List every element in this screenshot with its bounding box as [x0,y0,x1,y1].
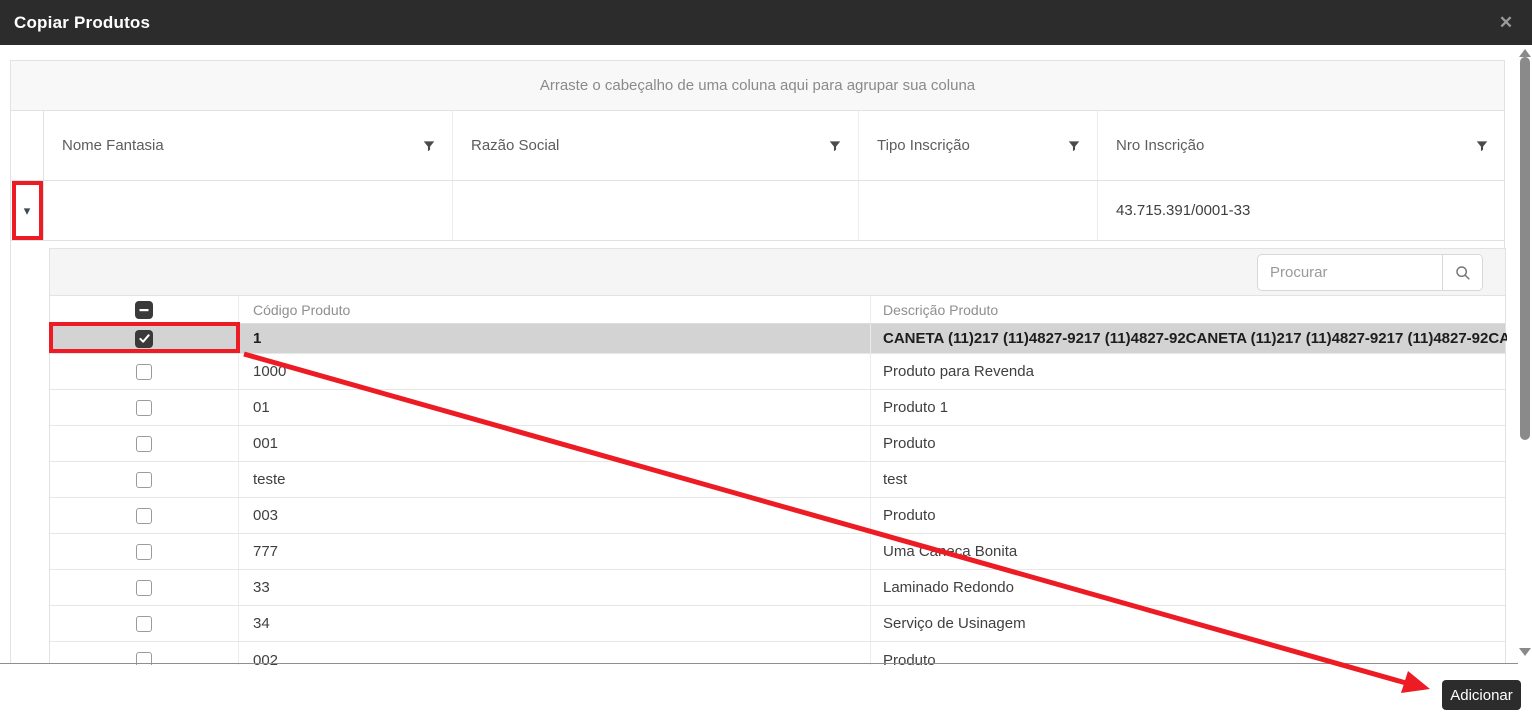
group-by-hint: Arraste o cabeçalho de uma coluna aqui p… [539,77,976,94]
descricao-produto-cell: Produto para Revenda [870,354,1507,389]
modal-titlebar: Copiar Produtos ✕ [0,0,1532,45]
annotation-arrow-head [1401,671,1430,693]
row-checkbox[interactable] [136,579,152,596]
codigo-produto-cell: 001 [238,426,870,461]
clipped-row-wrapper: 002 Produto [50,642,1505,665]
table-row[interactable]: teste test [50,462,1505,498]
descricao-produto-cell: Produto [870,498,1507,533]
row-checkbox[interactable] [136,471,152,488]
cell-razao-social [453,181,859,240]
content-clip-divider [0,663,1532,664]
filter-icon[interactable] [422,139,436,153]
adicionar-button[interactable]: Adicionar [1442,680,1521,710]
codigo-produto-cell: 002 [238,642,870,665]
cell-nro-inscricao: 43.715.391/0001-33 [1116,202,1251,219]
codigo-produto-cell: 1000 [238,354,870,389]
vertical-scrollbar[interactable] [1518,45,1532,723]
table-row[interactable]: 1 CANETA (11)217 (11)4827-9217 (11)4827-9… [50,324,1507,354]
descricao-produto-cell: test [870,462,1507,497]
collapse-row-icon[interactable]: ▾ [24,204,31,217]
codigo-produto-cell: 01 [238,390,870,425]
descricao-produto-cell: Produto 1 [870,390,1507,425]
column-header-descricao-produto[interactable]: Descrição Produto [870,296,1507,323]
table-row[interactable]: 33 Laminado Redondo [50,570,1505,606]
cell-tipo-inscricao [859,181,1098,240]
product-rows: 1 CANETA (11)217 (11)4827-9217 (11)4827-9… [50,324,1507,665]
codigo-produto-cell: 1 [238,324,870,353]
row-checkbox[interactable] [136,507,152,524]
descricao-produto-cell: Serviço de Usinagem [870,606,1507,641]
row-checkbox[interactable] [136,363,152,380]
search-button[interactable] [1442,255,1482,290]
filter-icon[interactable] [828,139,842,153]
search-box [1257,254,1483,291]
products-toolbar [50,249,1505,296]
expand-column-header [11,111,44,180]
table-row[interactable]: 001 Produto [50,426,1505,462]
table-row[interactable]: 34 Serviço de Usinagem [50,606,1505,642]
close-icon[interactable]: ✕ [1490,0,1522,45]
descricao-produto-cell: Uma Caneca Bonita [870,534,1507,569]
codigo-produto-cell: 777 [238,534,870,569]
group-by-panel[interactable]: Arraste o cabeçalho de uma coluna aqui p… [11,61,1504,111]
codigo-produto-cell: 34 [238,606,870,641]
column-header-tipo-inscricao[interactable]: Tipo Inscrição [859,111,1098,180]
scrollbar-thumb[interactable] [1520,57,1530,440]
search-input[interactable] [1258,255,1442,290]
column-header-nome-fantasia[interactable]: Nome Fantasia [44,111,453,180]
select-all-checkbox[interactable] [135,300,153,319]
column-header-codigo-produto[interactable]: Código Produto [238,296,870,323]
row-checkbox[interactable] [136,543,152,560]
column-header-razao-social[interactable]: Razão Social [453,111,859,180]
modal-title: Copiar Produtos [14,12,151,32]
table-row[interactable]: 002 Produto [50,642,1505,665]
master-grid-header: Nome Fantasia Razão Social Tipo Inscriçã… [11,111,1504,181]
filter-icon[interactable] [1067,139,1081,153]
descricao-produto-cell: Produto [870,642,1505,665]
cell-nome-fantasia [44,181,453,240]
row-checkbox[interactable] [136,435,152,452]
master-grid-row[interactable]: ▾ 43.715.391/0001-33 [11,181,1504,241]
codigo-produto-cell: 33 [238,570,870,605]
products-grid: Código Produto Descrição Produto 1CANETA… [49,248,1507,665]
search-icon [1454,264,1472,282]
column-header-nro-inscricao[interactable]: Nro Inscrição [1098,111,1505,180]
row-checkbox-checked[interactable] [135,329,153,348]
descricao-produto-cell: CANETA (11)217 (11)4827-9217 (11)4827-92… [870,324,1507,353]
scroll-down-icon[interactable] [1519,648,1531,656]
table-row[interactable]: 1000 Produto para Revenda [50,354,1505,390]
filter-icon[interactable] [1475,139,1489,153]
descricao-produto-cell: Produto [870,426,1507,461]
descricao-produto-cell: Laminado Redondo [870,570,1507,605]
codigo-produto-cell: teste [238,462,870,497]
codigo-produto-cell: 003 [238,498,870,533]
table-row[interactable]: 01 Produto 1 [50,390,1505,426]
table-row[interactable]: 777 Uma Caneca Bonita [50,534,1505,570]
products-header-row: Código Produto Descrição Produto [50,296,1505,324]
scroll-up-icon[interactable] [1519,49,1531,57]
row-checkbox[interactable] [136,399,152,416]
master-grid: Arraste o cabeçalho de uma coluna aqui p… [10,60,1507,665]
row-checkbox[interactable] [136,615,152,632]
table-row[interactable]: 003 Produto [50,498,1505,534]
